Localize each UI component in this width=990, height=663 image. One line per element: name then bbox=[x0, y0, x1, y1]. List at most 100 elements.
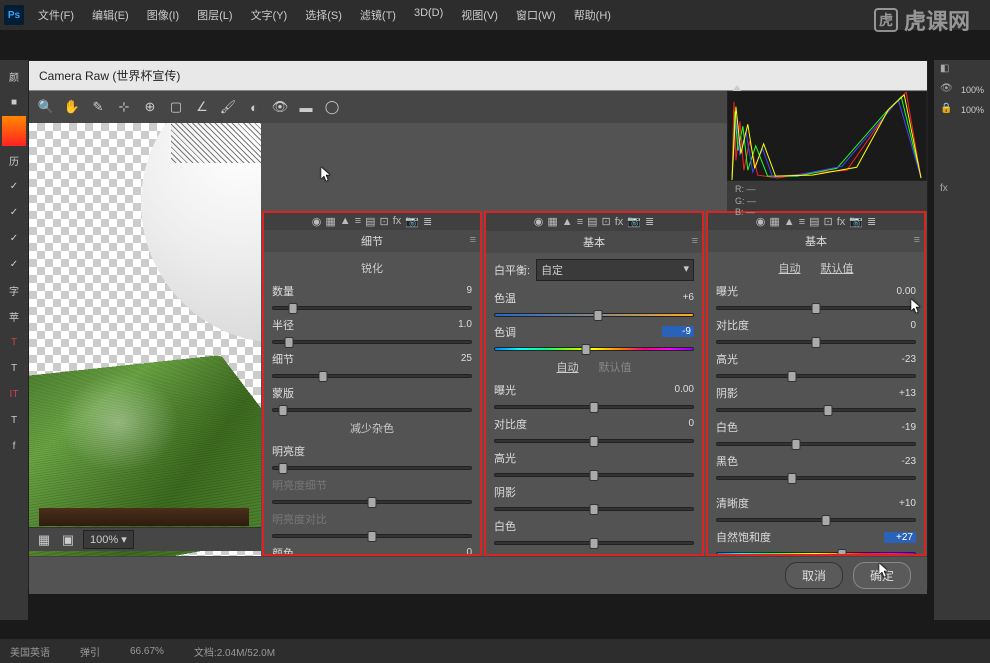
slider-thumb[interactable] bbox=[812, 337, 821, 348]
slider-thumb[interactable] bbox=[590, 538, 599, 549]
default-link[interactable]: 默认值 bbox=[821, 260, 854, 276]
spot-icon[interactable]: ◐ bbox=[245, 98, 263, 116]
check-icon[interactable]: ✓ bbox=[2, 200, 26, 224]
crop-icon[interactable]: ▢ bbox=[167, 98, 185, 116]
slider-value[interactable]: 25 bbox=[440, 353, 472, 364]
preview-area[interactable] bbox=[29, 123, 261, 556]
radial-icon[interactable]: ◯ bbox=[323, 98, 341, 116]
tab-icon[interactable]: ◉ bbox=[312, 215, 322, 228]
slider-thumb[interactable] bbox=[590, 470, 599, 481]
slider-value[interactable]: -23 bbox=[884, 354, 916, 365]
slider-track[interactable] bbox=[494, 541, 694, 545]
slider-value[interactable]: 0 bbox=[884, 320, 916, 331]
tab-icon[interactable]: ▤ bbox=[587, 215, 597, 228]
tool-icon[interactable]: ■ bbox=[2, 90, 26, 114]
tab-icon[interactable]: fx bbox=[393, 215, 402, 227]
lock-icon[interactable]: 🔒 bbox=[940, 103, 954, 117]
menu-item[interactable]: 文字(Y) bbox=[243, 3, 296, 27]
tab-icon[interactable]: 📷 bbox=[405, 215, 419, 228]
slider-track[interactable] bbox=[716, 408, 916, 412]
tab-icon[interactable]: ≡ bbox=[355, 215, 361, 227]
slider-thumb[interactable] bbox=[823, 405, 832, 416]
slider-thumb[interactable] bbox=[582, 344, 591, 355]
tab-icon[interactable]: ▤ bbox=[365, 215, 375, 228]
slider-track[interactable] bbox=[272, 500, 472, 504]
tab-icon[interactable]: ◉ bbox=[534, 215, 544, 228]
check-icon[interactable]: ✓ bbox=[2, 226, 26, 250]
slider-value[interactable]: 0.00 bbox=[884, 286, 916, 297]
slider-thumb[interactable] bbox=[821, 515, 830, 526]
slider-thumb[interactable] bbox=[278, 463, 287, 474]
fx-icon[interactable]: fx bbox=[940, 183, 954, 197]
grid-icon[interactable]: ▦ bbox=[35, 531, 53, 549]
slider-thumb[interactable] bbox=[368, 497, 377, 508]
slider-value[interactable]: +27 bbox=[884, 532, 916, 543]
tool-icon[interactable]: T bbox=[2, 408, 26, 432]
gradient-icon[interactable]: ▬ bbox=[297, 98, 315, 116]
straighten-icon[interactable]: ∠ bbox=[193, 98, 211, 116]
slider-track[interactable] bbox=[494, 405, 694, 409]
slider-value[interactable]: 0.00 bbox=[662, 384, 694, 395]
cancel-button[interactable]: 取消 bbox=[785, 562, 843, 589]
slider-thumb[interactable] bbox=[593, 310, 602, 321]
tool-icon[interactable]: 字 bbox=[2, 278, 26, 302]
check-icon[interactable]: ✓ bbox=[2, 174, 26, 198]
histogram[interactable] bbox=[727, 91, 927, 181]
slider-thumb[interactable] bbox=[788, 473, 797, 484]
menu-item[interactable]: 帮助(H) bbox=[566, 3, 619, 27]
menu-item[interactable]: 视图(V) bbox=[453, 3, 506, 27]
panel-menu-icon[interactable]: ≡ bbox=[470, 234, 476, 246]
tab-icon[interactable]: ⊡ bbox=[380, 215, 389, 228]
slider-track[interactable] bbox=[494, 313, 694, 317]
slider-value[interactable]: 0 bbox=[662, 418, 694, 429]
slider-value[interactable]: 0 bbox=[440, 547, 472, 554]
panel-menu-icon[interactable]: ≡ bbox=[914, 234, 920, 246]
menu-item[interactable]: 窗口(W) bbox=[508, 3, 564, 27]
slider-track[interactable] bbox=[716, 476, 916, 480]
slider-track[interactable] bbox=[716, 340, 916, 344]
hand-icon[interactable]: ✋ bbox=[63, 98, 81, 116]
slider-value[interactable]: +10 bbox=[884, 498, 916, 509]
zoom-icon[interactable]: 🔍 bbox=[37, 98, 55, 116]
menu-item[interactable]: 文件(F) bbox=[30, 3, 82, 27]
menu-item[interactable]: 图层(L) bbox=[189, 3, 240, 27]
slider-value[interactable]: -9 bbox=[662, 326, 694, 337]
slider-value[interactable]: 1.0 bbox=[440, 319, 472, 330]
slider-track[interactable] bbox=[494, 473, 694, 477]
tab-icon[interactable]: ▲ bbox=[340, 215, 351, 227]
tab-icon[interactable]: ≣ bbox=[423, 215, 432, 228]
slider-thumb[interactable] bbox=[284, 337, 293, 348]
slider-value[interactable]: -23 bbox=[884, 456, 916, 467]
tool-icon[interactable] bbox=[2, 116, 26, 146]
slider-thumb[interactable] bbox=[368, 531, 377, 542]
tab-icon[interactable]: ▦ bbox=[547, 215, 557, 228]
slider-value[interactable]: +13 bbox=[884, 388, 916, 399]
slider-track[interactable] bbox=[716, 552, 916, 554]
tool-icon[interactable]: 历 bbox=[2, 148, 26, 172]
tool-icon[interactable]: T bbox=[2, 330, 26, 354]
tab-icon[interactable]: ≣ bbox=[645, 215, 654, 228]
slider-thumb[interactable] bbox=[278, 405, 287, 416]
slider-track[interactable] bbox=[716, 306, 916, 310]
slider-track[interactable] bbox=[716, 442, 916, 446]
slider-thumb[interactable] bbox=[788, 371, 797, 382]
tool-icon[interactable]: IT bbox=[2, 382, 26, 406]
slider-thumb[interactable] bbox=[590, 402, 599, 413]
menu-item[interactable]: 图像(I) bbox=[139, 3, 187, 27]
slider-track[interactable] bbox=[272, 408, 472, 412]
target-icon[interactable]: ⊕ bbox=[141, 98, 159, 116]
check-icon[interactable]: ✓ bbox=[2, 252, 26, 276]
slider-value[interactable]: +6 bbox=[662, 292, 694, 303]
tab-icon[interactable]: fx bbox=[615, 216, 624, 228]
layout-icon[interactable]: ▣ bbox=[59, 531, 77, 549]
slider-track[interactable] bbox=[716, 518, 916, 522]
slider-track[interactable] bbox=[272, 374, 472, 378]
tool-icon[interactable]: T bbox=[2, 356, 26, 380]
slider-value[interactable]: -19 bbox=[884, 422, 916, 433]
slider-thumb[interactable] bbox=[590, 436, 599, 447]
slider-track[interactable] bbox=[272, 466, 472, 470]
menu-item[interactable]: 滤镜(T) bbox=[352, 3, 404, 27]
slider-thumb[interactable] bbox=[792, 439, 801, 450]
slider-value[interactable]: 9 bbox=[440, 285, 472, 296]
redeye-icon[interactable]: 👁 bbox=[271, 98, 289, 116]
